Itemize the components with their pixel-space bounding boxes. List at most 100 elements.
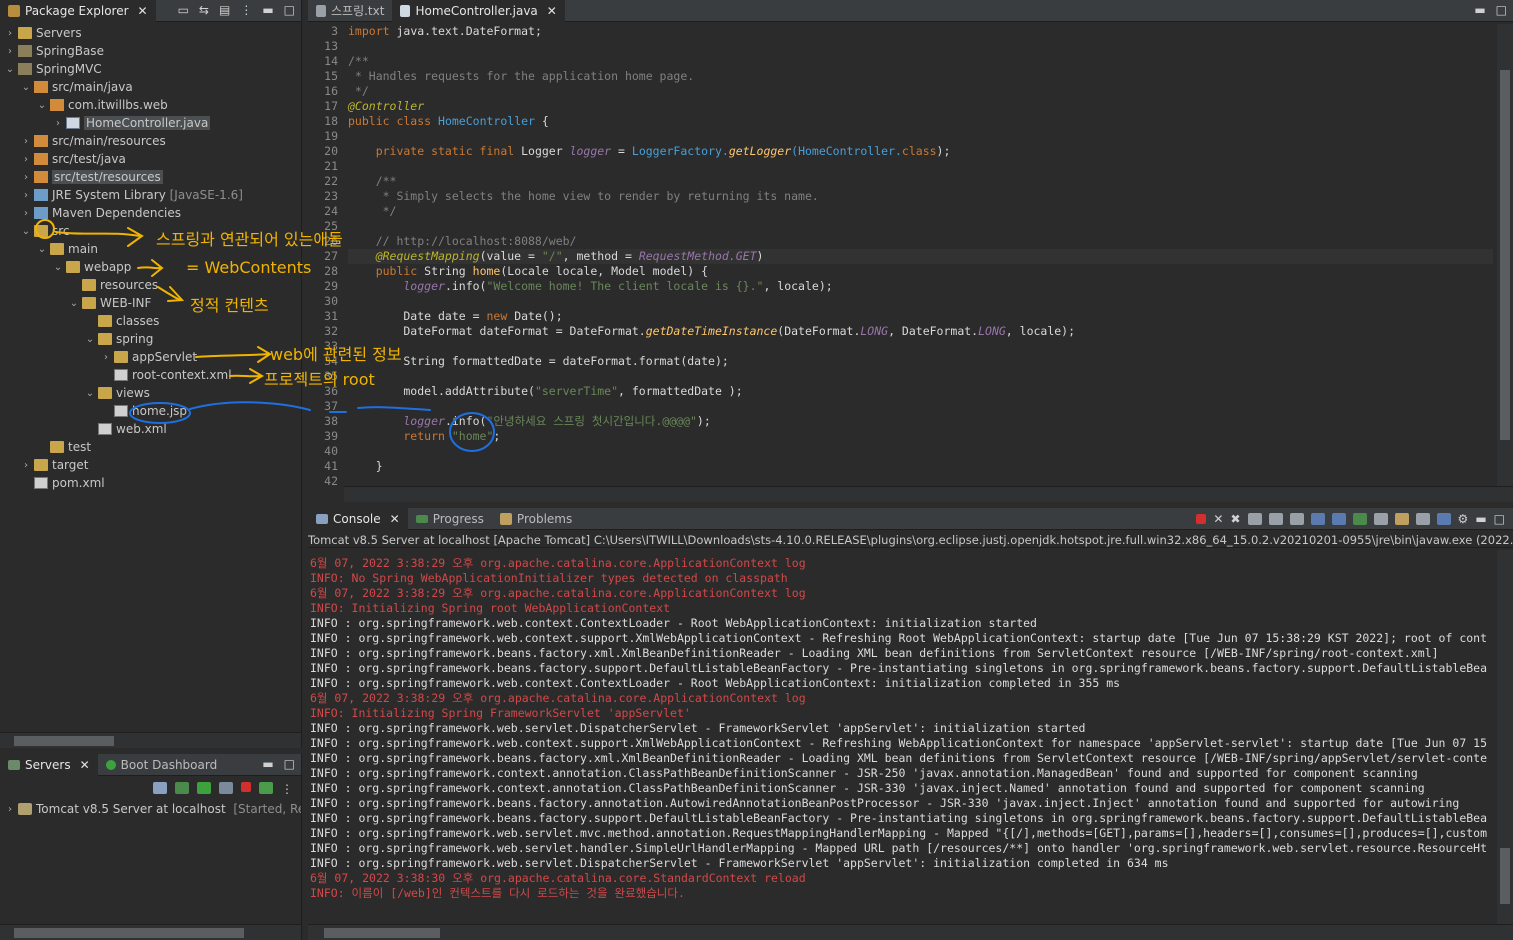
chevron-right-icon[interactable]: › <box>52 118 64 129</box>
tree-item-src[interactable]: ⌄ src <box>20 222 70 240</box>
tree-item-home-jsp[interactable]: home.jsp <box>100 402 187 420</box>
chevron-down-icon[interactable]: ⌄ <box>4 64 16 75</box>
tree-item-maven[interactable]: › Maven Dependencies <box>20 204 181 222</box>
tree-item-resources[interactable]: resources <box>68 276 158 294</box>
server-entry[interactable]: › Tomcat v8.5 Server at localhost [Start… <box>4 800 301 818</box>
chevron-right-icon[interactable]: › <box>4 804 16 815</box>
chevron-down-icon[interactable]: ⌄ <box>52 262 64 273</box>
chevron-right-icon[interactable]: › <box>100 352 112 363</box>
maximize-icon[interactable]: □ <box>284 3 295 17</box>
close-icon[interactable]: ✕ <box>138 4 148 18</box>
chevron-right-icon[interactable]: › <box>20 154 32 165</box>
copy-icon[interactable] <box>1247 513 1262 525</box>
chevron-down-icon[interactable]: ⌄ <box>20 82 32 93</box>
debug-icon[interactable] <box>175 782 189 794</box>
tree-item-src-main-resources[interactable]: › src/main/resources <box>20 132 166 150</box>
display-console-icon[interactable] <box>1373 513 1388 525</box>
tab-package-explorer[interactable]: Package Explorer ✕ <box>0 0 156 22</box>
editor-vertical-scrollbar[interactable] <box>1497 24 1513 486</box>
tree-item-target[interactable]: › target <box>20 456 89 474</box>
view-menu-icon[interactable]: ⋮ <box>240 3 252 17</box>
settings-gear-icon[interactable]: ⚙ <box>1458 512 1469 526</box>
tree-item-package[interactable]: ⌄ com.itwillbs.web <box>36 96 168 114</box>
collapse-all-icon[interactable]: ▭ <box>178 3 189 17</box>
tree-item-jre[interactable]: › JRE System Library [JavaSE-1.6] <box>20 186 243 204</box>
tree-item-springbase[interactable]: › SpringBase <box>4 42 104 60</box>
close-icon[interactable]: ✕ <box>547 4 557 18</box>
scrollbar-thumb[interactable] <box>14 928 244 938</box>
tab-console[interactable]: Console ✕ <box>308 508 408 530</box>
pin-console-icon[interactable] <box>1352 513 1367 525</box>
tree-item-src-main-java[interactable]: ⌄ src/main/java <box>20 78 133 96</box>
minimize-icon[interactable]: ▬ <box>1475 512 1486 526</box>
tab-homecontroller[interactable]: HomeController.java ✕ <box>392 0 565 22</box>
console-output[interactable]: 6월 07, 2022 3:38:29 오후 org.apache.catali… <box>310 556 1495 922</box>
minimize-icon[interactable]: ▬ <box>1474 3 1485 17</box>
tab-spring-txt[interactable]: 스프링.txt <box>308 0 392 22</box>
word-wrap-icon[interactable] <box>1310 513 1325 525</box>
minimize-icon[interactable]: ▬ <box>262 757 273 771</box>
chevron-right-icon[interactable]: › <box>20 190 32 201</box>
tree-item-test[interactable]: test <box>36 438 91 456</box>
tab-progress[interactable]: Progress <box>408 508 492 530</box>
chevron-right-icon[interactable]: › <box>20 208 32 219</box>
tree-item-webapp[interactable]: ⌄ webapp <box>52 258 132 276</box>
new-console-icon[interactable] <box>1415 513 1430 525</box>
minimize-icon[interactable]: ▬ <box>262 3 273 17</box>
tree-item-spring[interactable]: ⌄ spring <box>84 330 154 348</box>
show-on-output-icon[interactable] <box>1331 513 1346 525</box>
console-horizontal-scrollbar[interactable] <box>308 924 1513 940</box>
close-icon[interactable]: ✕ <box>80 758 90 772</box>
filter-icon[interactable]: ▤ <box>219 3 230 17</box>
tab-servers[interactable]: Servers ✕ <box>0 754 98 776</box>
tree-item-pom[interactable]: pom.xml <box>20 474 105 492</box>
tree-item-classes[interactable]: classes <box>84 312 159 330</box>
tree-item-web-xml[interactable]: web.xml <box>84 420 167 438</box>
tree-item-root-context[interactable]: root-context.xml <box>100 366 232 384</box>
chevron-right-icon[interactable]: › <box>20 136 32 147</box>
maximize-icon[interactable]: □ <box>1496 3 1507 17</box>
explorer-horizontal-scrollbar[interactable] <box>0 732 301 748</box>
view-menu-icon[interactable]: ⋮ <box>281 782 293 796</box>
code-area[interactable]: import java.text.DateFormat; /** * Handl… <box>348 24 1493 486</box>
start-icon[interactable] <box>197 782 211 794</box>
scrollbar-thumb[interactable] <box>1500 848 1510 904</box>
remove-all-icon[interactable]: ✖ <box>1230 512 1240 526</box>
stop-icon[interactable] <box>241 782 251 792</box>
tree-item-main[interactable]: ⌄ main <box>36 240 98 258</box>
highlight-icon[interactable] <box>1436 513 1451 525</box>
console-vertical-scrollbar[interactable] <box>1497 550 1513 924</box>
tab-problems[interactable]: Problems <box>492 508 580 530</box>
tree-item-src-test-resources[interactable]: › src/test/resources <box>20 168 163 186</box>
tree-item-web-inf[interactable]: ⌄ WEB-INF <box>68 294 152 312</box>
tree-item-views[interactable]: ⌄ views <box>84 384 150 402</box>
tab-boot-dashboard[interactable]: Boot Dashboard <box>98 754 226 776</box>
chevron-down-icon[interactable]: ⌄ <box>84 388 96 399</box>
maximize-icon[interactable]: □ <box>1494 512 1505 526</box>
clear-console-icon[interactable] <box>1268 513 1283 525</box>
servers-horizontal-scrollbar[interactable] <box>0 924 301 940</box>
profile-icon[interactable] <box>219 782 233 794</box>
tree-item-appservlet[interactable]: › appServlet <box>100 348 197 366</box>
chevron-down-icon[interactable]: ⌄ <box>36 244 48 255</box>
scrollbar-thumb[interactable] <box>324 928 440 938</box>
new-server-icon[interactable] <box>153 782 167 794</box>
chevron-right-icon[interactable]: › <box>4 28 16 39</box>
chevron-down-icon[interactable]: ⌄ <box>20 226 32 237</box>
scrollbar-thumb[interactable] <box>1500 70 1510 440</box>
maximize-icon[interactable]: □ <box>284 757 295 771</box>
scroll-lock-icon[interactable] <box>1289 513 1304 525</box>
tree-item-homecontroller[interactable]: › HomeController.java <box>52 114 211 132</box>
tree-item-src-test-java[interactable]: › src/test/java <box>20 150 126 168</box>
link-with-editor-icon[interactable]: ⇆ <box>199 3 209 17</box>
terminate-icon[interactable] <box>1196 514 1207 524</box>
remove-launch-icon[interactable]: ✕ <box>1213 512 1223 526</box>
open-console-icon[interactable] <box>1394 513 1409 525</box>
chevron-down-icon[interactable]: ⌄ <box>36 100 48 111</box>
chevron-right-icon[interactable]: › <box>20 172 32 183</box>
tree-item-servers[interactable]: › Servers <box>4 24 82 42</box>
scrollbar-thumb[interactable] <box>14 736 114 746</box>
editor-horizontal-scrollbar[interactable] <box>344 486 1513 502</box>
chevron-down-icon[interactable]: ⌄ <box>68 298 80 309</box>
publish-icon[interactable] <box>259 782 273 794</box>
